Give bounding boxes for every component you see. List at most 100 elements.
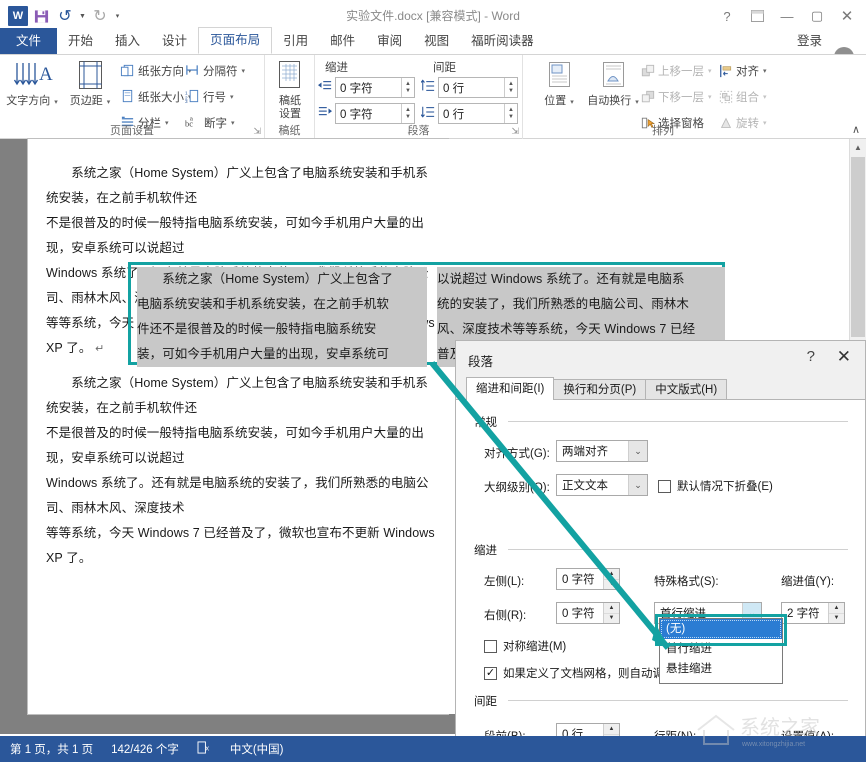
undo-icon[interactable]: ↺ [54, 5, 76, 27]
tab-mailings[interactable]: 邮件 [319, 28, 366, 54]
tab-insert[interactable]: 插入 [104, 28, 151, 54]
maximize-button[interactable]: ▢ [802, 3, 832, 29]
position-button[interactable]: 位置 ▾ [531, 59, 587, 108]
breaks-button[interactable]: 分隔符 ▾ [185, 60, 245, 81]
scroll-up-icon[interactable]: ▲ [850, 139, 866, 156]
word-count[interactable]: 142/426 个字 [111, 741, 179, 757]
ribbon-tab-bar: 文件 开始 插入 设计 页面布局 引用 邮件 审阅 视图 福昕阅读器 登录 [0, 28, 866, 54]
send-backward-caret-icon[interactable]: ▾ [708, 93, 712, 101]
indent-left-numbox[interactable]: 0 字符 ▲ ▼ [556, 568, 620, 590]
paragraph-2-left[interactable]: 系统之家（Home System）广义上包含了 电脑系统安装和手机系统安装，在之… [137, 267, 427, 367]
language-indicator[interactable]: 中文(中国) [230, 741, 284, 757]
collapse-ribbon-button[interactable]: ∧ [852, 123, 860, 136]
tab-view[interactable]: 视图 [413, 28, 460, 54]
wrap-text-caret-icon[interactable]: ▾ [635, 99, 639, 106]
tab-design[interactable]: 设计 [151, 28, 198, 54]
minimize-button[interactable]: — [772, 3, 802, 29]
tab-indent-spacing[interactable]: 缩进和间距(I) [466, 377, 554, 400]
spacing-before-spinner[interactable]: 0 行 ▲▼ [438, 77, 518, 98]
special-format-dropdown-list[interactable]: (无) 首行缩进 悬挂缩进 [659, 618, 783, 684]
manuscript-settings-button[interactable]: 稿纸 设置 [262, 59, 318, 120]
outline-level-chevron-down-icon[interactable]: ⌄ [628, 475, 647, 495]
align-label: 对齐 [736, 63, 759, 79]
line-numbers-caret-icon[interactable]: ▾ [230, 93, 234, 101]
document-page-left[interactable]: 系统之家（Home System）广义上包含了电脑系统安装和手机系统安装，在之前… [28, 139, 448, 714]
align-button[interactable]: 对齐 ▾ [719, 60, 767, 81]
text-direction-caret-icon[interactable]: ▾ [54, 99, 58, 106]
breaks-caret-icon[interactable]: ▾ [242, 67, 246, 75]
alignment-chevron-down-icon[interactable]: ⌄ [628, 441, 647, 461]
mirror-indents-checkbox-row[interactable]: 对称缩进(M) [484, 638, 566, 654]
orientation-button[interactable]: 纸张方向 ▾ [120, 60, 192, 81]
position-caret-icon[interactable]: ▾ [570, 99, 574, 106]
group-button[interactable]: 组合 ▾ [719, 86, 767, 107]
indent-right-numbox[interactable]: 0 字符 ▲ ▼ [556, 602, 620, 624]
dialog-close-button[interactable]: ✕ [837, 347, 851, 367]
dropdown-option-none[interactable]: (无) [660, 619, 782, 639]
paragraph-3[interactable]: 系统之家（Home System）广义上包含了电脑系统安装和手机系统安装，在之前… [46, 371, 436, 571]
send-backward-button[interactable]: 下移一层 ▾ [641, 86, 712, 107]
spacing-before-increment-icon[interactable]: ▲ [604, 724, 619, 735]
text-direction-button[interactable]: A 文字方向 ▾ [4, 59, 60, 108]
spacing-before-arrows-icon[interactable]: ▲▼ [504, 78, 517, 97]
spacing-after-arrows-icon[interactable]: ▲▼ [504, 104, 517, 123]
rotate-caret-icon[interactable]: ▾ [763, 119, 767, 127]
dropdown-option-first-line[interactable]: 首行缩进 [660, 639, 782, 659]
customize-qat-icon[interactable]: ▾ [113, 12, 122, 20]
save-icon[interactable] [30, 5, 52, 27]
size-button[interactable]: 纸张大小 ▾ [120, 86, 192, 107]
tab-home[interactable]: 开始 [57, 28, 104, 54]
indent-right-stepper[interactable]: ▲ ▼ [603, 603, 619, 623]
sign-in-button[interactable]: 登录 [797, 30, 822, 49]
tab-references[interactable]: 引用 [272, 28, 319, 54]
indent-left-arrows-icon[interactable]: ▲▼ [401, 78, 414, 97]
indent-left-stepper[interactable]: ▲ ▼ [603, 569, 619, 589]
undo-dropdown-icon[interactable]: ▼ [78, 13, 87, 20]
tab-review[interactable]: 审阅 [366, 28, 413, 54]
align-caret-icon[interactable]: ▾ [763, 67, 767, 75]
scrollbar-thumb[interactable] [851, 157, 865, 337]
tab-chinese-typography[interactable]: 中文版式(H) [645, 379, 727, 400]
margins-label: 页边距 [70, 95, 103, 107]
tab-foxit-reader[interactable]: 福昕阅读器 [460, 28, 545, 54]
page-indicator[interactable]: 第 1 页，共 1 页 [10, 741, 93, 757]
paragraph-dialog-launcher[interactable]: ⇲ [511, 126, 519, 137]
tab-line-page-breaks[interactable]: 换行和分页(P) [553, 379, 646, 400]
close-button[interactable]: ✕ [832, 3, 862, 29]
indent-right-arrows-icon[interactable]: ▲▼ [401, 104, 414, 123]
indent-right-spinner[interactable]: 0 字符 ▲▼ [335, 103, 415, 124]
dropdown-option-hanging[interactable]: 悬挂缩进 [660, 659, 782, 679]
indent-by-decrement-icon[interactable]: ▼ [829, 614, 844, 624]
indent-right-increment-icon[interactable]: ▲ [604, 603, 619, 614]
dialog-help-button[interactable]: ? [807, 348, 815, 365]
help-button[interactable]: ? [712, 3, 742, 29]
proofing-errors-icon[interactable]: x [197, 741, 212, 757]
indent-by-stepper[interactable]: ▲ ▼ [828, 603, 844, 623]
bring-forward-button[interactable]: 上移一层 ▾ [641, 60, 712, 81]
tab-file[interactable]: 文件 [0, 28, 57, 54]
ribbon-display-options-button[interactable] [742, 3, 772, 29]
outline-level-combo[interactable]: 正文文本 ⌄ [556, 474, 648, 496]
margins-caret-icon[interactable]: ▾ [107, 99, 111, 106]
indent-left-label: 左侧(L): [484, 573, 524, 589]
redo-icon[interactable]: ↻ [89, 5, 111, 27]
alignment-combo[interactable]: 两端对齐 ⌄ [556, 440, 648, 462]
collapse-by-default-checkbox[interactable] [658, 480, 671, 493]
group-caret-icon[interactable]: ▾ [763, 93, 767, 101]
bring-forward-caret-icon[interactable]: ▾ [708, 67, 712, 75]
indent-right-decrement-icon[interactable]: ▼ [604, 614, 619, 624]
indent-left-spinner[interactable]: 0 字符 ▲▼ [335, 77, 415, 98]
indent-left-increment-icon[interactable]: ▲ [604, 569, 619, 580]
tab-page-layout[interactable]: 页面布局 [198, 27, 272, 54]
collapse-by-default-checkbox-row[interactable]: 默认情况下折叠(E) [658, 478, 773, 494]
page-setup-dialog-launcher[interactable]: ⇲ [253, 126, 261, 137]
indent-left-decrement-icon[interactable]: ▼ [604, 580, 619, 590]
line-numbers-button[interactable]: 1 2 3 行号 ▾ [185, 86, 234, 107]
autofit-right-indent-checkbox[interactable]: ✓ [484, 667, 497, 680]
wrap-text-button[interactable]: 自动换行 ▾ [585, 59, 641, 108]
indent-by-numbox[interactable]: 2 字符 ▲ ▼ [781, 602, 845, 624]
mirror-indents-checkbox[interactable] [484, 640, 497, 653]
margins-button[interactable]: 页边距 ▾ [62, 59, 118, 108]
spacing-after-spinner[interactable]: 0 行 ▲▼ [438, 103, 518, 124]
indent-by-increment-icon[interactable]: ▲ [829, 603, 844, 614]
